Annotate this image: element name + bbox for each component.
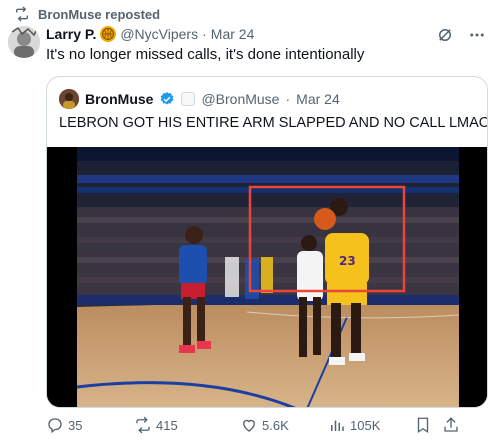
repost-button[interactable]: 415 — [134, 416, 240, 434]
grok-icon[interactable] — [436, 26, 454, 44]
tweet-text: It's no longer missed calls, it's done i… — [46, 46, 365, 63]
reply-icon — [48, 418, 62, 434]
bookmark-icon — [417, 417, 429, 434]
verified-badge-icon — [161, 92, 174, 105]
share-icon — [444, 417, 458, 432]
quote-date[interactable]: Mar 24 — [296, 91, 340, 107]
like-button[interactable]: 5.6K — [240, 416, 328, 434]
basketball-icon — [100, 26, 117, 42]
quote-header: BronMuse @BronMuse · Mar 24 — [59, 89, 340, 109]
repost-icon — [16, 6, 28, 22]
views-icon — [331, 420, 344, 431]
separator: · — [202, 26, 207, 42]
video-player[interactable]: 23 — [47, 147, 487, 407]
avatar[interactable] — [8, 26, 40, 58]
author-handle[interactable]: @NycVipers — [120, 26, 198, 42]
tweet-header: Larry P. @NycVipers · Mar 24 — [46, 26, 254, 42]
separator: · — [285, 91, 291, 107]
views-count: 105K — [350, 417, 381, 433]
repost-icon — [136, 416, 150, 434]
repost-count: 415 — [156, 417, 178, 433]
reply-button[interactable]: 35 — [46, 416, 134, 434]
views-button[interactable]: 105K — [328, 416, 414, 434]
repost-header[interactable]: BronMuse reposted — [14, 6, 160, 22]
more-icon[interactable] — [468, 26, 486, 44]
tweet-top-actions — [436, 26, 486, 44]
like-count: 5.6K — [262, 417, 289, 433]
action-bar: 35 415 5.6K 105K — [46, 416, 488, 434]
repost-label: BronMuse reposted — [38, 6, 161, 22]
quote-author-name[interactable]: BronMuse — [85, 91, 153, 107]
tweet-date[interactable]: Mar 24 — [211, 26, 255, 42]
bookmark-button[interactable] — [414, 416, 442, 434]
affiliate-icon — [181, 92, 196, 106]
quote-avatar[interactable] — [59, 89, 79, 109]
svg-text:23: 23 — [339, 254, 356, 268]
quoted-tweet[interactable]: BronMuse @BronMuse · Mar 24 LEBRON GOT H… — [46, 76, 488, 408]
reply-count: 35 — [68, 417, 83, 433]
video-frame: 23 — [47, 147, 487, 407]
share-button[interactable] — [442, 416, 462, 434]
heart-icon — [243, 419, 255, 432]
quote-handle[interactable]: @BronMuse — [201, 91, 279, 107]
author-name[interactable]: Larry P. — [46, 26, 96, 42]
quote-text: LEBRON GOT HIS ENTIRE ARM SLAPPED AND NO… — [59, 115, 488, 131]
